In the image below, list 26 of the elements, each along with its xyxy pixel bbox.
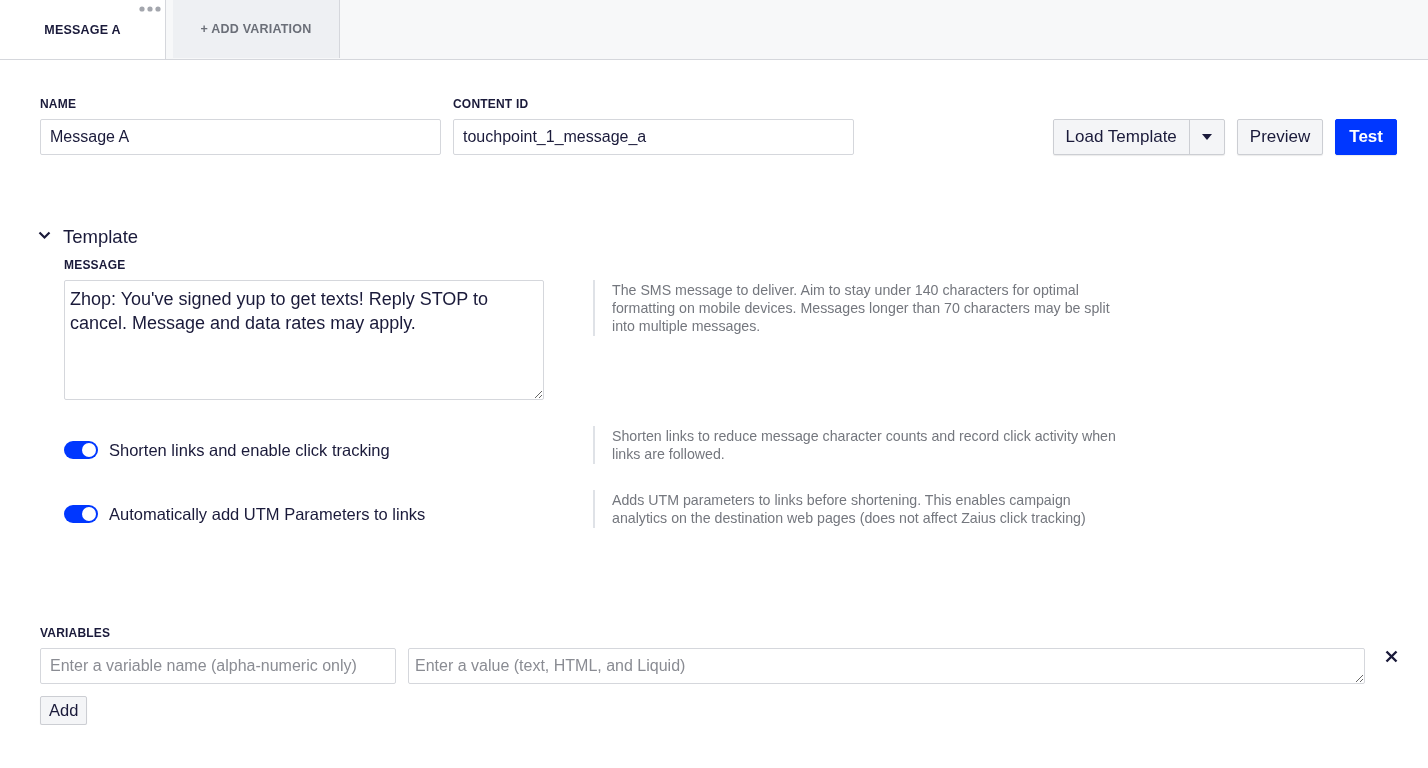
load-template-button[interactable]: Load Template — [1053, 120, 1189, 154]
add-button[interactable]: Add — [40, 696, 88, 725]
section-header[interactable]: Template — [38, 224, 1428, 250]
text-field[interactable]: Message A — [40, 119, 441, 155]
variable-name-field[interactable]: Enter a variable name (alpha-numeric only) — [40, 648, 396, 684]
test-button[interactable]: Test — [1335, 119, 1397, 155]
variable-value-field[interactable]: Enter a value (text, HTML, and Liquid) — [408, 648, 1365, 684]
toggle-switch[interactable] — [64, 505, 98, 523]
field-label: MESSAGE — [64, 258, 127, 272]
preview-button[interactable]: Preview — [1236, 119, 1324, 155]
section-title: Template — [63, 226, 139, 248]
tab[interactable]: MESSAGE A — [0, 0, 166, 59]
toggle-label: Automatically add UTM Parameters to links — [109, 504, 426, 524]
toggle-switch[interactable] — [64, 441, 98, 459]
close-icon[interactable] — [1385, 650, 1398, 663]
help-text: Adds UTM parameters to links before shortening. This enables campaign analytics on the destination web pages (does not affect Zaius click tracking) — [593, 490, 1121, 528]
field-label: CONTENT ID — [453, 97, 530, 111]
field-label: VARIABLES — [40, 626, 112, 640]
field-label: NAME — [40, 97, 78, 111]
caret-icon — [1201, 134, 1212, 140]
help-text: The SMS message to deliver. Aim to stay under 140 characters for optimal formatting on mobile devices. Messages longer than 70 characters may be split into multiple messages. — [593, 280, 1121, 336]
message-field[interactable]: Zhop: You've signed yup to get texts! Reply STOP to cancel. Message and data rates may apply. — [64, 280, 544, 400]
tab[interactable]: + ADD VARIATION — [173, 0, 340, 58]
text-field[interactable]: touchpoint_1_message_a — [453, 119, 854, 155]
toggle-label: Shorten links and enable click tracking — [109, 440, 390, 460]
help-text: Shorten links to reduce message character counts and record click activity when links are followed. — [593, 426, 1121, 464]
